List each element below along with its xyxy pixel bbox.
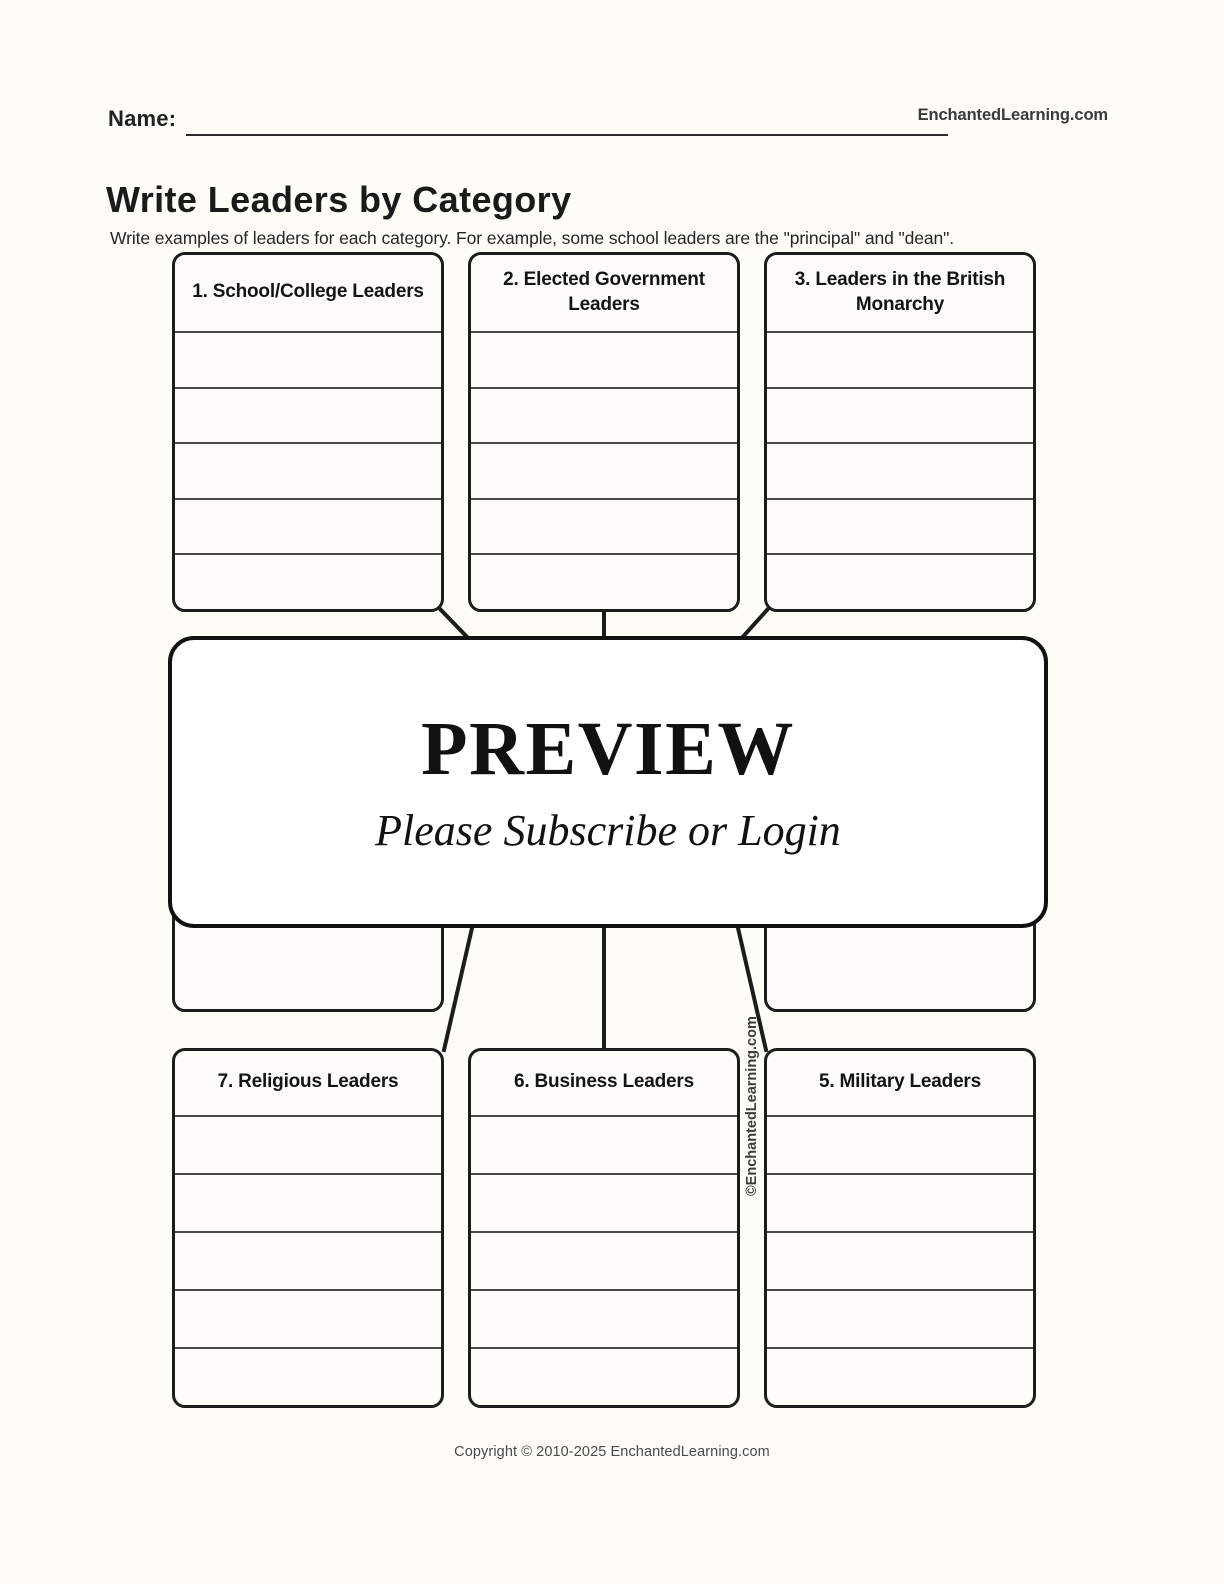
write-row[interactable] [175,1117,441,1175]
write-row[interactable] [471,1349,737,1405]
write-row[interactable] [767,1233,1033,1291]
write-row[interactable] [471,1175,737,1233]
write-row[interactable] [471,1117,737,1175]
category-box-2-rows [471,333,737,609]
write-row[interactable] [175,1175,441,1233]
write-row[interactable] [471,1291,737,1349]
category-box-1-header: 1. School/College Leaders [175,255,441,333]
write-row[interactable] [767,389,1033,445]
category-diagram: 1. School/College Leaders 2. Elected Gov… [0,0,1224,1584]
write-row[interactable] [767,1117,1033,1175]
write-row[interactable] [175,1349,441,1405]
write-row[interactable] [175,1291,441,1349]
write-row[interactable] [175,500,441,556]
write-row[interactable] [767,1291,1033,1349]
write-row[interactable] [175,444,441,500]
preview-title: PREVIEW [421,707,795,791]
category-box-7[interactable]: 7. Religious Leaders [172,1048,444,1408]
write-row[interactable] [471,389,737,445]
category-box-6-rows [471,1117,737,1405]
category-box-7-header: 7. Religious Leaders [175,1051,441,1117]
write-row[interactable] [767,1175,1033,1233]
category-box-3[interactable]: 3. Leaders in the British Monarchy [764,252,1036,612]
category-box-5-header: 5. Military Leaders [767,1051,1033,1117]
category-box-2-header: 2. Elected Government Leaders [471,255,737,333]
category-box-5-rows [767,1117,1033,1405]
write-row[interactable] [767,333,1033,389]
category-box-7-rows [175,1117,441,1405]
category-box-2[interactable]: 2. Elected Government Leaders [468,252,740,612]
category-box-5[interactable]: 5. Military Leaders [764,1048,1036,1408]
category-box-1-rows [175,333,441,609]
write-row[interactable] [175,389,441,445]
write-row[interactable] [471,555,737,609]
category-box-6-header: 6. Business Leaders [471,1051,737,1117]
preview-overlay[interactable]: PREVIEW Please Subscribe or Login [168,636,1048,928]
write-row[interactable] [767,1349,1033,1405]
write-row[interactable] [175,1233,441,1291]
worksheet-page: Name: EnchantedLearning.com Write Leader… [0,0,1224,1584]
write-row[interactable] [471,500,737,556]
write-row[interactable] [767,555,1033,609]
category-box-1[interactable]: 1. School/College Leaders [172,252,444,612]
write-row[interactable] [767,444,1033,500]
write-row[interactable] [471,444,737,500]
write-row[interactable] [767,500,1033,556]
write-row[interactable] [175,333,441,389]
footer-copyright: Copyright © 2010-2025 EnchantedLearning.… [454,1444,770,1460]
write-row[interactable] [471,333,737,389]
preview-subscribe-login-text[interactable]: Please Subscribe or Login [375,809,841,853]
connector-center-to-box7 [441,925,475,1053]
category-box-3-rows [767,333,1033,609]
vertical-copyright-credit: ©EnchantedLearning.com [744,1016,760,1196]
write-row[interactable] [471,1233,737,1291]
write-row[interactable] [175,555,441,609]
category-box-3-header: 3. Leaders in the British Monarchy [767,255,1033,333]
category-box-6[interactable]: 6. Business Leaders [468,1048,740,1408]
